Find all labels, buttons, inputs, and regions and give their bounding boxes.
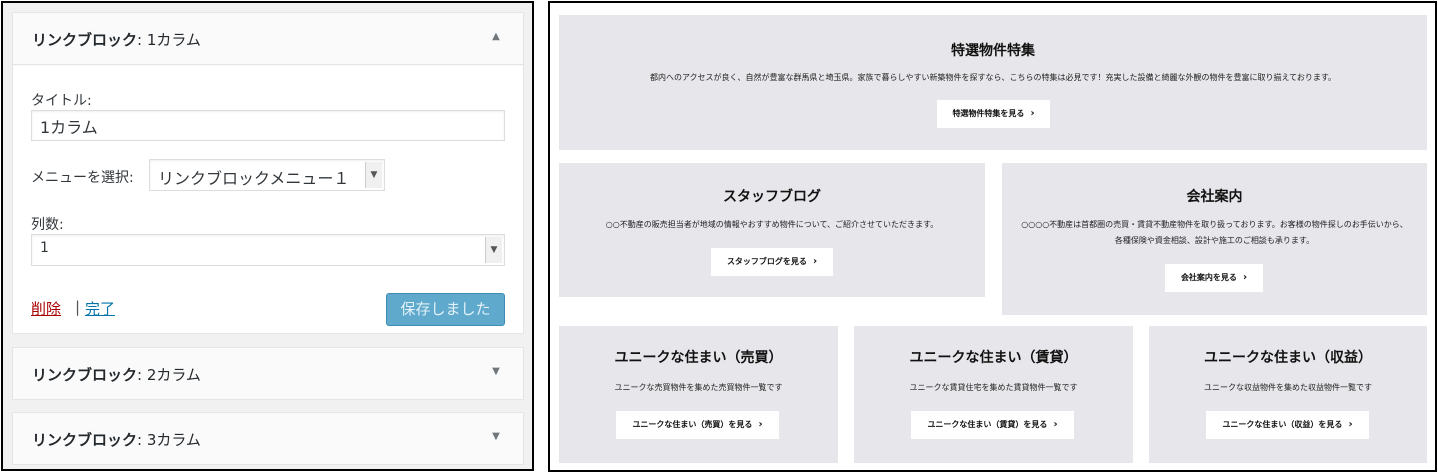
block-description-line2: 各種保険や資金相談、設計や施工のご相談も承ります。 [1114, 236, 1315, 245]
done-link[interactable]: 完了 [85, 298, 115, 319]
chevron-right-icon: › [1348, 419, 1353, 430]
chevron-down-icon: ▼ [485, 237, 502, 263]
block-title: スタッフブログ [723, 189, 821, 205]
block-description: ユニークな賃貸住宅を集めた賃貸物件一覧です [909, 383, 1078, 392]
widget-form: タイトル: 1カラム メニューを選択: リンクブロックメニュー１ ▼ 列数: 1… [13, 66, 523, 333]
link-block-preview: 特選物件特集 都内へのアクセスが良く、自然が豊富な群馬県と埼玉県。家族で暮らしや… [548, 1, 1437, 472]
save-button[interactable]: 保存しました [386, 293, 505, 326]
block-description: ユニークな売買物件を集めた売買物件一覧です [614, 383, 783, 392]
widget-header[interactable]: リンクブロック: 2カラム ▼ [13, 348, 523, 400]
link-separator: | [75, 298, 81, 316]
widget-link-block-1col: リンクブロック: 1カラム ▲ タイトル: 1カラム メニューを選択: リンクブ… [12, 12, 524, 334]
link-block-staff-blog: スタッフブログ ○○不動産の販売担当者が地域の情報やおすすめ物件について、ご紹介… [559, 163, 985, 297]
unique-sale-link-button[interactable]: ユニークな住まい（売買）を見る › [616, 411, 779, 439]
block-title: 特選物件特集 [951, 43, 1035, 59]
widget-link-block-2col: リンクブロック: 2カラム ▼ [12, 347, 524, 400]
title-input[interactable]: 1カラム [31, 110, 505, 141]
featured-link-button[interactable]: 特選物件特集を見る › [937, 100, 1050, 128]
menu-label: メニューを選択: [31, 170, 134, 186]
menu-select[interactable]: リンクブロックメニュー１ ▼ [149, 159, 385, 191]
block-title: ユニークな住まい（賃貸） [909, 350, 1078, 366]
block-title: ユニークな住まい（売買） [614, 350, 783, 366]
columns-select[interactable]: 1 ▼ [31, 234, 505, 266]
chevron-right-icon: › [758, 419, 763, 430]
widget-title: リンクブロック: 1カラム [32, 31, 201, 49]
menu-select-value: リンクブロックメニュー１ [158, 169, 350, 188]
link-block-unique-income: ユニークな住まい（収益） ユニークな収益物件を集めた収益物件一覧です ユニークな… [1149, 326, 1427, 463]
company-link-button[interactable]: 会社案内を見る › [1165, 264, 1263, 292]
expand-arrow-icon[interactable]: ▼ [489, 431, 503, 445]
widget-header[interactable]: リンクブロック: 1カラム ▲ [13, 13, 523, 65]
link-block-unique-rent: ユニークな住まい（賃貸） ユニークな賃貸住宅を集めた賃貸物件一覧です ユニークな… [854, 326, 1133, 463]
delete-link[interactable]: 削除 [31, 298, 61, 319]
unique-income-link-button[interactable]: ユニークな住まい（収益）を見る › [1206, 411, 1369, 439]
columns-select-value: 1 [40, 240, 49, 256]
widget-link-block-3col: リンクブロック: 3カラム ▼ [12, 412, 524, 465]
link-block-unique-sale: ユニークな住まい（売買） ユニークな売買物件を集めた売買物件一覧です ユニークな… [559, 326, 838, 463]
block-description: 都内へのアクセスが良く、自然が豊富な群馬県と埼玉県。家族で暮らしやすい新築物件を… [649, 73, 1337, 82]
link-block-featured: 特選物件特集 都内へのアクセスが良く、自然が豊富な群馬県と埼玉県。家族で暮らしや… [559, 15, 1427, 150]
chevron-right-icon: › [1242, 272, 1248, 283]
block-title: ユニークな住まい（収益） [1204, 350, 1372, 366]
widget-header[interactable]: リンクブロック: 3カラム ▼ [13, 413, 523, 465]
widget-title: リンクブロック: 2カラム [32, 366, 201, 384]
chevron-right-icon: › [812, 256, 818, 267]
widget-title: リンクブロック: 3カラム [32, 431, 201, 449]
unique-rent-link-button[interactable]: ユニークな住まい（賃貸）を見る › [911, 411, 1074, 439]
chevron-down-icon: ▼ [365, 162, 382, 188]
block-description: ○○不動産の販売担当者が地域の情報やおすすめ物件について、ご紹介させていただきま… [605, 220, 939, 229]
link-block-company: 会社案内 ○○○○不動産は首都圏の売買・賃貸不動産物件を取り扱っております。お客… [1002, 163, 1427, 315]
columns-label: 列数: [31, 217, 64, 233]
chevron-right-icon: › [1053, 419, 1058, 430]
expand-arrow-icon[interactable]: ▼ [489, 366, 503, 380]
collapse-arrow-icon[interactable]: ▲ [489, 31, 503, 45]
staff-blog-link-button[interactable]: スタッフブログを見る › [711, 248, 833, 276]
widget-editor-panel: リンクブロック: 1カラム ▲ タイトル: 1カラム メニューを選択: リンクブ… [1, 1, 534, 471]
block-title: 会社案内 [1186, 189, 1243, 205]
block-description: ユニークな収益物件を集めた収益物件一覧です [1204, 383, 1372, 392]
title-label: タイトル: [31, 93, 92, 109]
block-description: ○○○○不動産は首都圏の売買・賃貸不動産物件を取り扱っております。お客様の物件探… [1021, 220, 1408, 229]
chevron-right-icon: › [1030, 108, 1035, 119]
